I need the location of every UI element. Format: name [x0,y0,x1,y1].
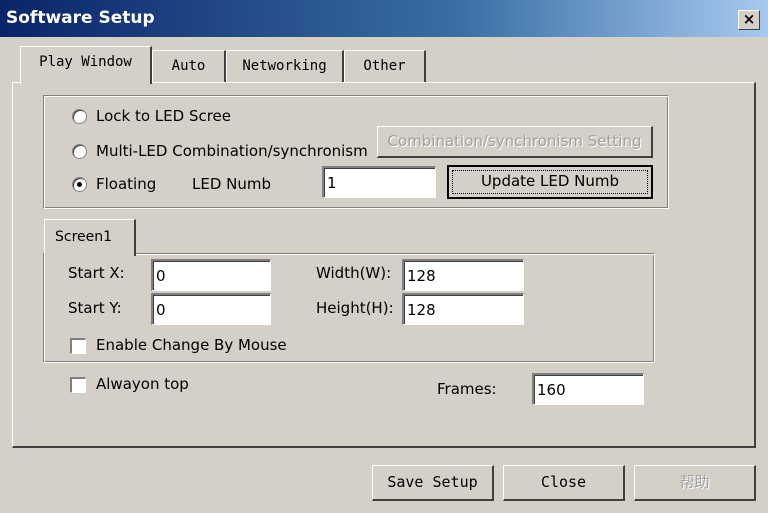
enable-change-by-mouse-checkbox[interactable] [70,338,86,354]
alwayson-top-label: Alwayon top [96,375,189,393]
radio-multi-led[interactable] [72,144,87,159]
alwayson-top-checkbox[interactable] [70,377,86,393]
focus-rectangle [452,170,648,194]
led-numb-input[interactable]: 1 [322,166,436,198]
software-setup-window: Software Setup × Play Window Auto Networ… [0,0,768,513]
help-button[interactable]: 帮助 [634,465,756,501]
close-button[interactable]: Close [503,465,625,501]
tab-play-window[interactable]: Play Window [20,46,152,84]
height-input[interactable]: 128 [402,293,524,325]
frames-input[interactable]: 160 [532,373,644,405]
radio-lock-to-led[interactable] [72,109,87,124]
window-title: Software Setup [6,8,155,28]
start-x-label: Start X: [68,264,125,282]
title-bar: Software Setup × [0,0,768,37]
width-label: Width(W): [316,264,392,282]
led-numb-label: LED Numb [192,175,272,193]
enable-change-by-mouse-label: Enable Change By Mouse [96,336,287,354]
tab-auto[interactable]: Auto [152,50,226,83]
radio-floating[interactable] [72,177,87,192]
frames-label: Frames: [437,380,497,398]
start-x-input[interactable]: 0 [151,259,271,291]
combination-setting-button[interactable]: Combination/synchronism Setting [377,126,653,158]
tab-networking[interactable]: Networking [226,50,344,83]
radio-multi-led-label: Multi-LED Combination/synchronism [96,142,368,160]
width-input[interactable]: 128 [402,259,524,291]
height-label: Height(H): [316,299,394,317]
start-y-input[interactable]: 0 [151,293,271,325]
start-y-label: Start Y: [68,299,122,317]
save-setup-button[interactable]: Save Setup [372,465,494,501]
tab-screen1[interactable]: Screen1 [44,219,136,256]
radio-lock-to-led-label: Lock to LED Scree [96,107,232,125]
update-led-numb-button[interactable]: Update LED Numb [447,165,653,199]
close-icon[interactable]: × [738,10,760,30]
radio-selected-dot [77,182,82,187]
radio-floating-label: Floating [96,175,157,193]
tab-other[interactable]: Other [344,50,426,83]
